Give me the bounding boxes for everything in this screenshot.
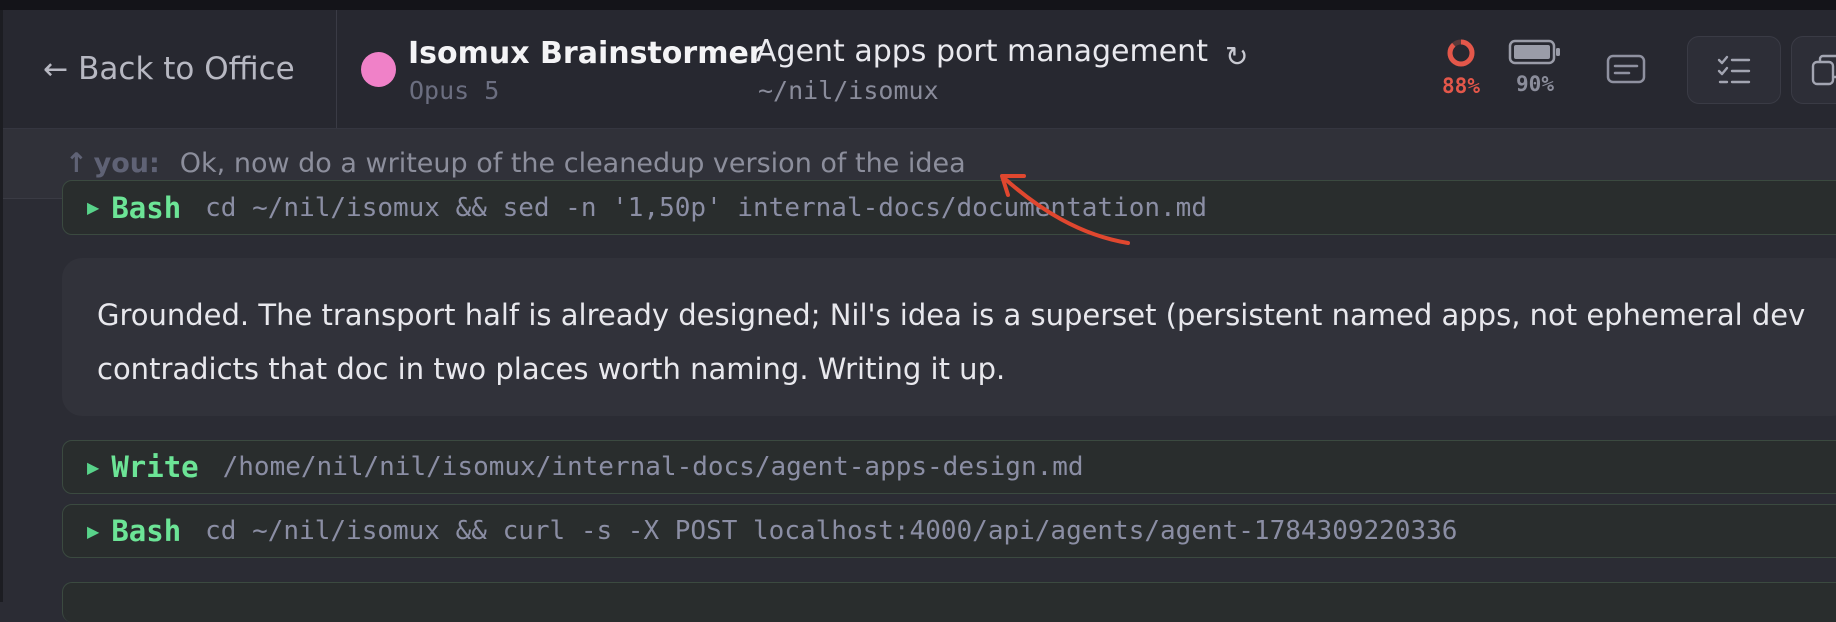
context-ring-icon: [1447, 39, 1475, 67]
tool-call-bash-2[interactable]: ▶ Bash cd ~/nil/isomux && curl -s -X POS…: [62, 504, 1836, 558]
todo-list-button[interactable]: [1687, 36, 1781, 104]
context-usage-label: 88%: [1442, 74, 1480, 98]
copy-icon: [1811, 54, 1836, 86]
last-user-message-text: Ok, now do a writeup of the cleanedup ve…: [179, 148, 966, 179]
tool-command: /home/nil/nil/isomux/internal-docs/agent…: [222, 452, 1084, 482]
tool-call-write[interactable]: ▶ Write /home/nil/nil/isomux/internal-do…: [62, 440, 1836, 494]
back-to-office-button[interactable]: ← Back to Office: [3, 10, 337, 128]
triangle-right-icon: ▶: [87, 521, 100, 541]
message-icon: [1606, 54, 1646, 84]
battery-status: 90%: [1505, 38, 1565, 96]
tool-name: Write: [111, 450, 199, 484]
tool-command: cd ~/nil/isomux && sed -n '1,50p' intern…: [205, 192, 1207, 223]
you-label: ↑ you:: [65, 148, 160, 179]
message-line: contradicts that doc in two places worth…: [97, 352, 1006, 386]
agent-color-dot: [361, 52, 396, 87]
triangle-right-icon: ▶: [87, 457, 100, 477]
window-top-strip: [0, 0, 1836, 10]
tool-call-bash-1[interactable]: ▶ Bash cd ~/nil/isomux && sed -n '1,50p'…: [62, 180, 1836, 235]
agent-name: Isomux Brainstormer: [408, 36, 764, 71]
tool-name: Bash: [111, 514, 182, 548]
tool-command: cd ~/nil/isomux && curl -s -X POST local…: [205, 516, 1458, 546]
task-title: Agent apps port management: [756, 34, 1208, 69]
arrow-up-icon: ↑: [65, 148, 88, 179]
triangle-right-icon: ▶: [87, 198, 100, 217]
message-button[interactable]: [1589, 36, 1663, 102]
agent-model: Opus 5: [409, 76, 500, 105]
task-path: ~/nil/isomux: [758, 76, 939, 105]
battery-icon: [1508, 39, 1560, 65]
arrow-left-icon: ←: [43, 51, 69, 87]
checklist-icon: [1717, 55, 1751, 84]
session-header: ← Back to Office Isomux Brainstormer Opu…: [3, 10, 1836, 129]
back-to-office-label: Back to Office: [78, 51, 295, 87]
battery-label: 90%: [1516, 72, 1554, 96]
copy-button[interactable]: [1791, 36, 1836, 104]
assistant-message: Grounded. The transport half is already …: [62, 258, 1836, 416]
context-usage: 88%: [1431, 38, 1491, 98]
message-line: Grounded. The transport half is already …: [97, 298, 1806, 332]
refresh-icon[interactable]: ↻: [1225, 40, 1248, 73]
tool-call-partial[interactable]: [62, 582, 1836, 622]
tool-name: Bash: [111, 190, 182, 225]
